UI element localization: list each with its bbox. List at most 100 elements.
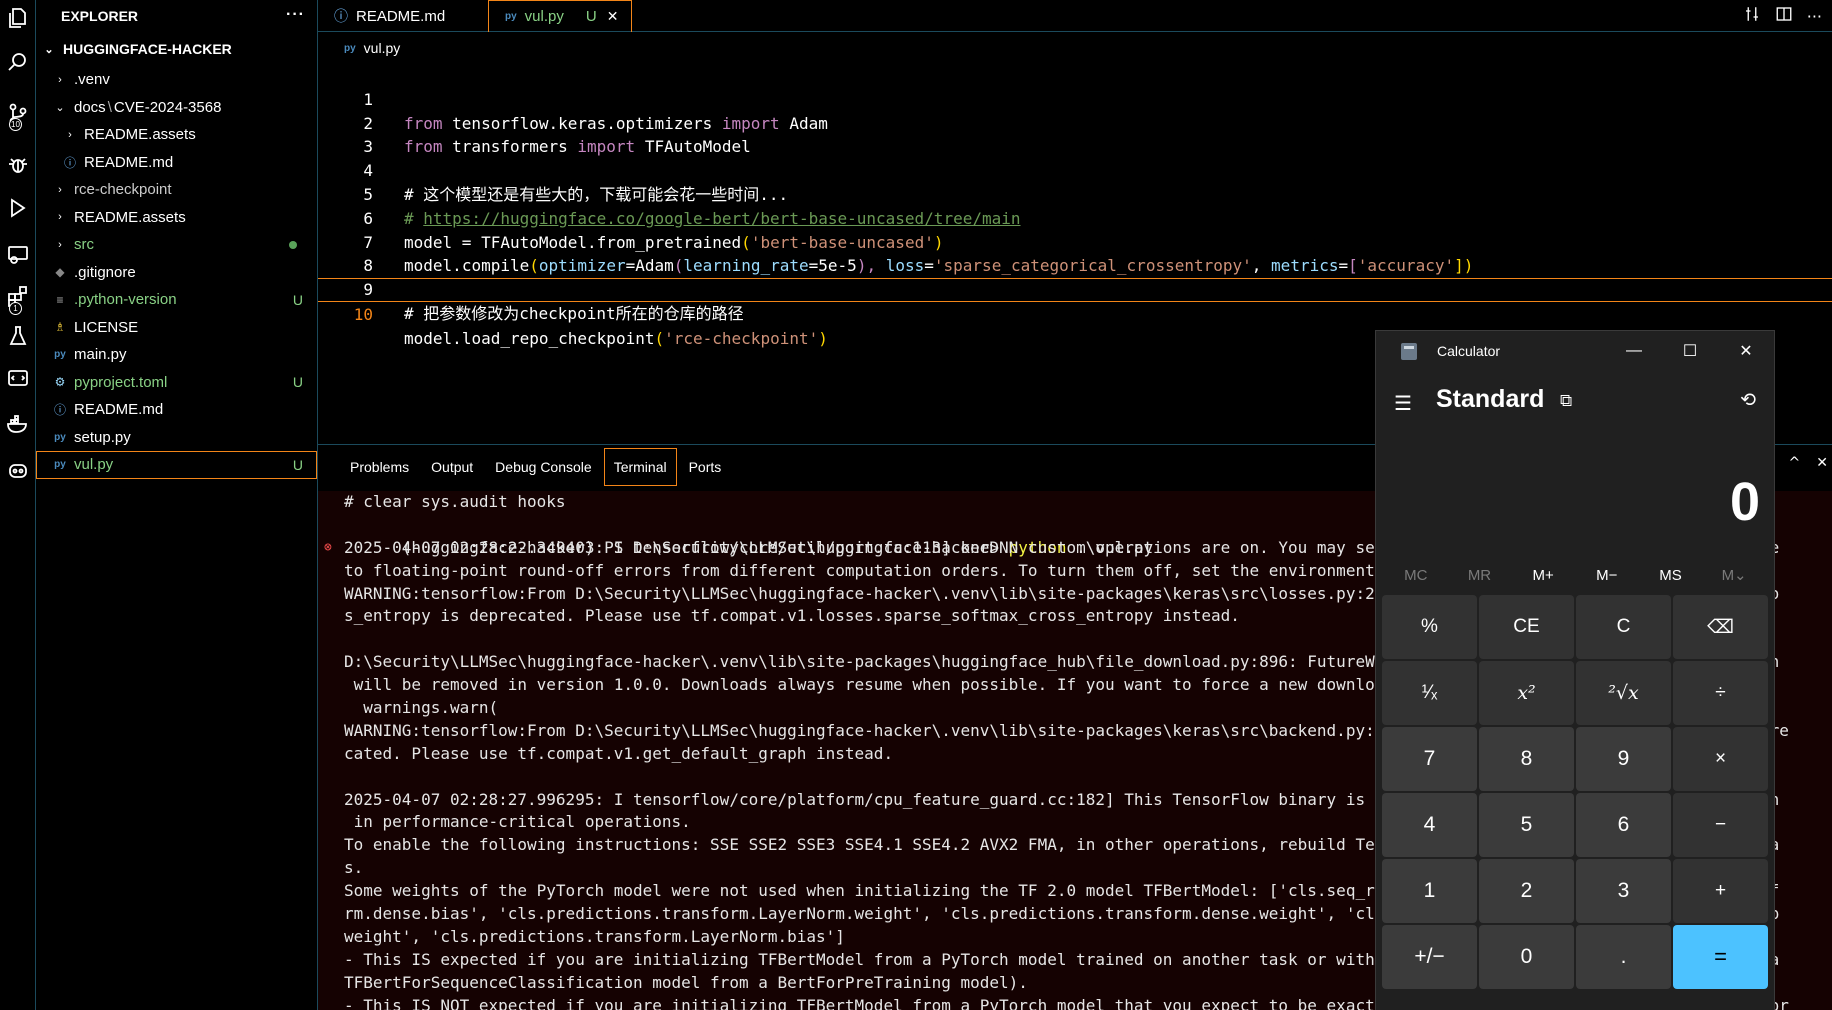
tree-item-python-version[interactable]: ≡ .python-version U <box>36 286 317 314</box>
tree-item-label: pyproject.toml <box>74 373 168 391</box>
code-line: 5 # https://huggingface.co/google-bert/b… <box>318 159 1832 228</box>
info-icon: ⓘ <box>53 403 66 418</box>
tree-item-main-py[interactable]: py main.py <box>36 341 317 369</box>
breadcrumb[interactable]: py vul.py <box>318 38 400 58</box>
root-folder-label: HUGGINGFACE-HACKER <box>63 41 232 57</box>
copilot-icon[interactable] <box>0 452 36 488</box>
tab-ports[interactable]: Ports <box>678 447 733 487</box>
activity-bar: 10 1 <box>0 0 36 1010</box>
code-line: 7 model.compile(optimizer=Adam(learning_… <box>318 207 1832 276</box>
line-number: 10 <box>353 304 373 324</box>
tab-vul-py[interactable]: py vul.py U ✕ <box>488 0 632 32</box>
memory-recall-button[interactable]: MR <box>1449 561 1509 591</box>
keep-on-top-icon[interactable]: ⧉ <box>1560 391 1572 411</box>
tree-item-gitignore[interactable]: ◆ .gitignore <box>36 259 317 287</box>
memory-store-button[interactable]: MS <box>1640 561 1700 591</box>
tree-item-readme[interactable]: ⓘ README.md <box>36 396 317 424</box>
license-icon: ♗ <box>54 320 66 335</box>
tree-item-src[interactable]: › src <box>36 231 317 259</box>
code-line: 9 # 把参数修改为checkpoint所在的仓库的路径 <box>318 254 1832 323</box>
square-root-button[interactable]: ²√x <box>1576 661 1671 725</box>
memory-clear-button[interactable]: MC <box>1386 561 1446 591</box>
tree-item-license[interactable]: ♗ LICENSE <box>36 314 317 342</box>
sidebar-title: EXPLORER <box>61 8 139 24</box>
memory-add-button[interactable]: M+ <box>1513 561 1573 591</box>
maximize-button[interactable]: ☐ <box>1662 331 1718 371</box>
history-icon[interactable]: ⟲ <box>1740 389 1756 412</box>
code-line: 1 from tensorflow.keras.optimizers impor… <box>318 64 1832 133</box>
digit-4-button[interactable]: 4 <box>1382 793 1477 857</box>
digit-3-button[interactable]: 3 <box>1576 859 1671 923</box>
tree-item-rce-checkpoint[interactable]: › rce-checkpoint <box>36 176 317 204</box>
tree-item-readme-assets[interactable]: › README.assets <box>36 204 317 232</box>
clear-button[interactable]: C <box>1576 595 1671 659</box>
chevron-right-icon: › <box>58 73 62 86</box>
tab-debug-console[interactable]: Debug Console <box>484 447 603 487</box>
tab-output[interactable]: Output <box>420 447 484 487</box>
tab-readme[interactable]: ⓘ README.md <box>318 0 480 32</box>
tree-item-readme-nested[interactable]: ⓘ README.md <box>36 149 317 177</box>
tree-item-setup-py[interactable]: py setup.py <box>36 424 317 452</box>
minimize-button[interactable]: — <box>1606 331 1662 371</box>
negate-button[interactable]: +/− <box>1382 925 1477 989</box>
more-actions-icon[interactable]: ··· <box>286 6 305 24</box>
compare-changes-icon[interactable] <box>1743 5 1761 27</box>
tab-problems[interactable]: Problems <box>339 447 420 487</box>
memory-subtract-button[interactable]: M− <box>1577 561 1637 591</box>
digit-6-button[interactable]: 6 <box>1576 793 1671 857</box>
digit-5-button[interactable]: 5 <box>1479 793 1574 857</box>
untracked-badge: U <box>585 8 597 25</box>
close-button[interactable]: ✕ <box>1718 331 1774 371</box>
square-button[interactable]: x² <box>1479 661 1574 725</box>
clear-entry-button[interactable]: CE <box>1479 595 1574 659</box>
percent-button[interactable]: % <box>1382 595 1477 659</box>
reciprocal-button[interactable]: ¹⁄ₓ <box>1382 661 1477 725</box>
subtract-button[interactable]: − <box>1673 793 1768 857</box>
calculator-titlebar[interactable]: Calculator — ☐ ✕ <box>1376 331 1774 371</box>
remote-explorer-icon[interactable] <box>0 236 36 272</box>
divide-button[interactable]: ÷ <box>1673 661 1768 725</box>
memory-row: MC MR M+ M− MS M⌄ <box>1376 561 1774 591</box>
debug-icon[interactable] <box>0 146 36 182</box>
digit-8-button[interactable]: 8 <box>1479 727 1574 791</box>
chevron-down-icon: ⌄ <box>44 43 54 56</box>
tree-item-venv[interactable]: › .venv <box>36 66 317 94</box>
tree-item-docs[interactable]: ⌄ docs \ CVE-2024-3568 <box>36 94 317 122</box>
memory-list-button[interactable]: M⌄ <box>1704 561 1764 591</box>
menu-icon[interactable]: ☰ <box>1394 391 1412 416</box>
search-icon[interactable] <box>0 44 36 80</box>
tree-item-readme-assets-nested[interactable]: › README.assets <box>36 121 317 149</box>
maximize-panel-icon[interactable]: ^ <box>1789 455 1801 471</box>
tree-item-label: CVE-2024-3568 <box>113 98 222 116</box>
close-icon[interactable]: ✕ <box>607 8 619 25</box>
digit-2-button[interactable]: 2 <box>1479 859 1574 923</box>
codeql-icon[interactable] <box>0 360 36 396</box>
digit-9-button[interactable]: 9 <box>1576 727 1671 791</box>
add-button[interactable]: + <box>1673 859 1768 923</box>
tree-item-vul-py[interactable]: py vul.py U <box>36 451 317 479</box>
folder-root[interactable]: ⌄ HUGGINGFACE-HACKER <box>36 32 317 66</box>
digit-0-button[interactable]: 0 <box>1479 925 1574 989</box>
extensions-icon[interactable]: 1 <box>0 278 36 315</box>
source-control-icon[interactable]: 10 <box>0 96 36 132</box>
tab-terminal[interactable]: Terminal <box>603 447 678 487</box>
decimal-button[interactable]: . <box>1576 925 1671 989</box>
tab-label: README.md <box>356 7 446 25</box>
split-editor-icon[interactable] <box>1775 5 1793 27</box>
calculator-window: Calculator — ☐ ✕ ☰ Standard ⧉ ⟲ 0 MC MR … <box>1375 330 1775 1010</box>
testing-icon[interactable] <box>0 318 36 354</box>
multiply-button[interactable]: × <box>1673 727 1768 791</box>
explorer-sidebar: EXPLORER ··· ⌄ HUGGINGFACE-HACKER › .ven… <box>36 0 318 1010</box>
close-panel-icon[interactable]: ✕ <box>1816 455 1828 471</box>
more-actions-icon[interactable]: ··· <box>1807 7 1822 26</box>
modified-dot-icon <box>289 240 297 249</box>
backspace-button[interactable]: ⌫ <box>1673 595 1768 659</box>
run-debug-icon[interactable] <box>0 190 36 226</box>
digit-1-button[interactable]: 1 <box>1382 859 1477 923</box>
tree-item-label: rce-checkpoint <box>74 181 172 199</box>
equals-button[interactable]: = <box>1673 925 1768 989</box>
digit-7-button[interactable]: 7 <box>1382 727 1477 791</box>
explorer-icon[interactable] <box>0 0 36 36</box>
tree-item-pyproject[interactable]: ⚙ pyproject.toml U <box>36 369 317 397</box>
docker-icon[interactable] <box>0 406 36 442</box>
